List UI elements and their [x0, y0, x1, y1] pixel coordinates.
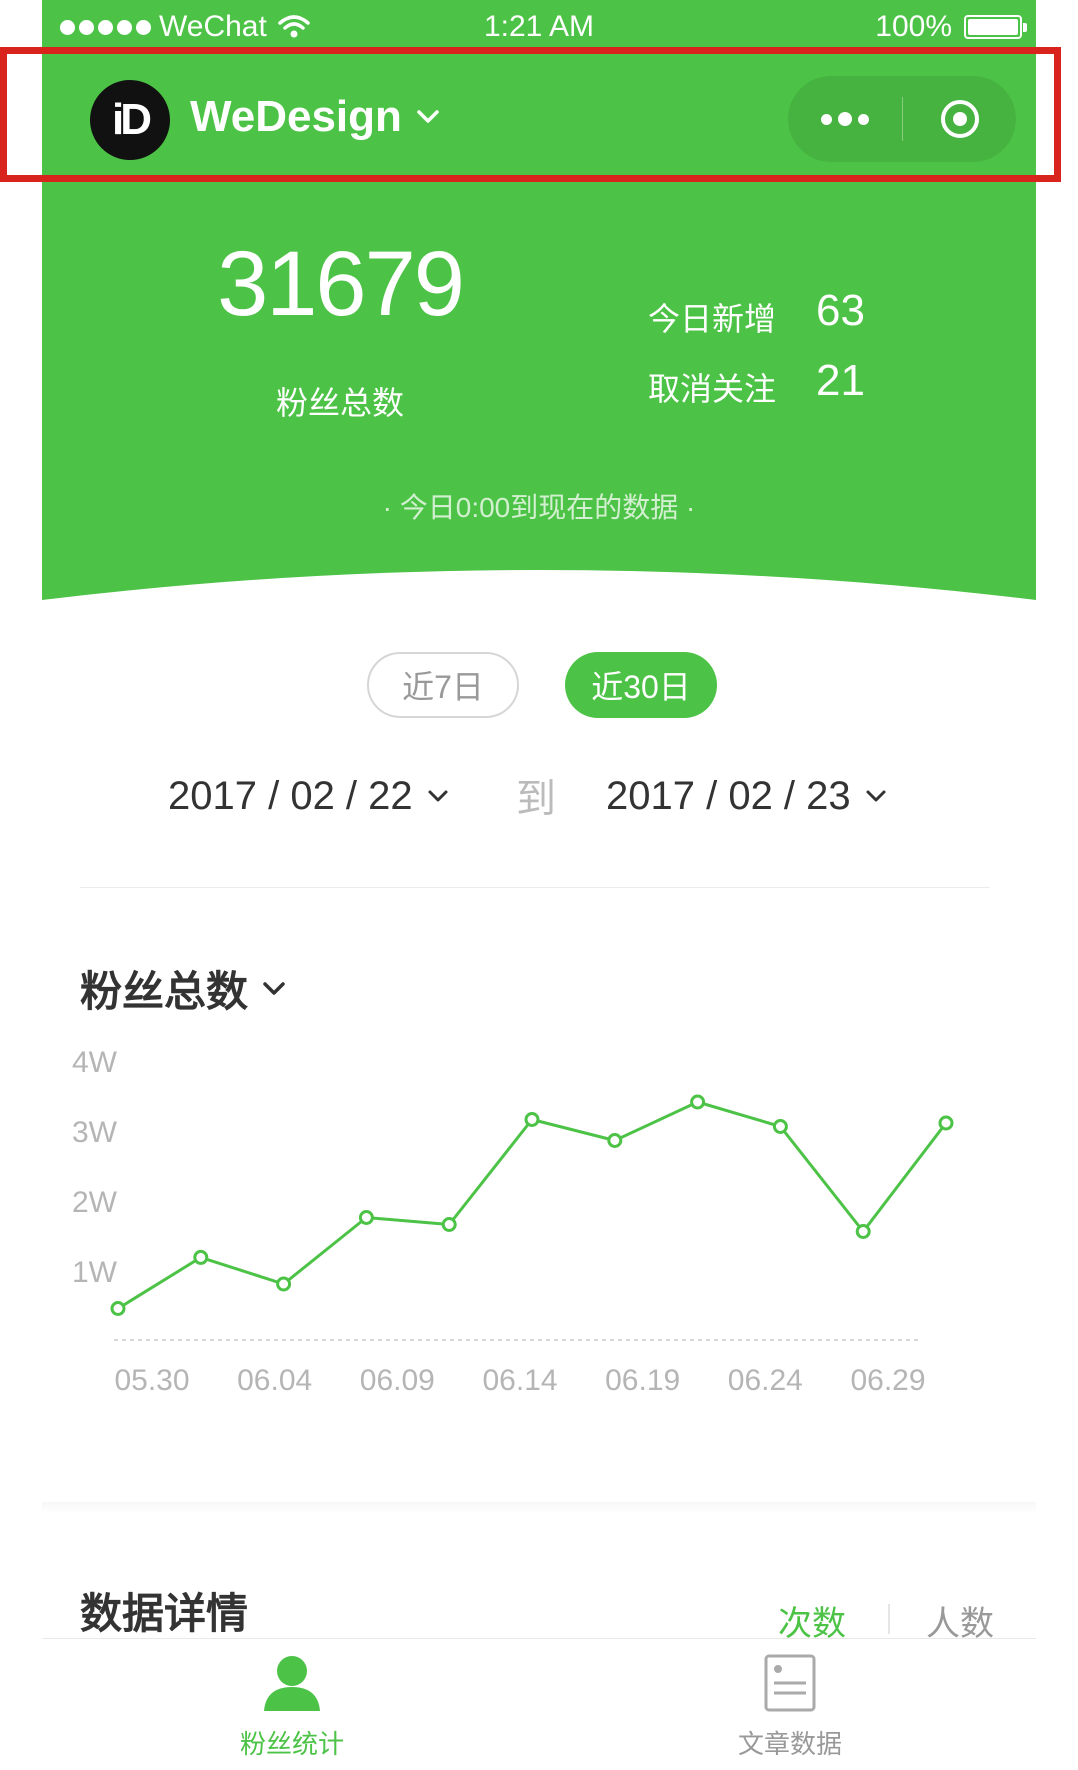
- x-tick-label: 06.04: [237, 1364, 312, 1397]
- unfollow-label: 取消关注: [648, 371, 777, 407]
- chart-title: 粉丝总数: [80, 968, 249, 1015]
- y-tick-label: 4W: [72, 1046, 118, 1079]
- highlight-annotation: [0, 47, 1061, 182]
- date-range-to: 到: [516, 777, 556, 821]
- chart-metric-selector[interactable]: 粉丝总数: [80, 958, 286, 1019]
- chevron-down-icon: [263, 981, 285, 995]
- x-tick-label: 06.19: [605, 1364, 680, 1397]
- tab-label: 粉丝统计: [239, 1729, 344, 1759]
- data-point: [441, 1217, 457, 1232]
- data-point: [772, 1119, 788, 1134]
- tab-article-data[interactable]: 文章数据: [670, 1653, 910, 1761]
- new-today-value: 63: [816, 286, 865, 335]
- new-today-label: 今日新增: [648, 301, 777, 337]
- user-icon: [264, 1656, 320, 1711]
- details-title: 数据详情: [80, 1590, 249, 1637]
- range-7-days-button[interactable]: 近7日: [367, 652, 519, 718]
- section-shadow: [42, 1502, 1036, 1514]
- data-note: · 今日0:00到现在的数据 ·: [382, 492, 696, 523]
- battery-fill: [968, 19, 1018, 35]
- data-point: [358, 1210, 374, 1225]
- x-tick-label: 06.09: [360, 1364, 435, 1397]
- y-tick-label: 2W: [72, 1186, 118, 1219]
- data-point: [110, 1301, 126, 1316]
- data-point: [607, 1133, 623, 1148]
- data-point: [276, 1276, 292, 1292]
- x-tick-label: 05.30: [114, 1364, 189, 1397]
- phone-screen: WeChat 1:21 AM 100% iD WeDesign 31679 粉丝…: [42, 0, 1036, 1770]
- followers-series-line: [117, 1100, 948, 1310]
- start-date: 2017 / 02 / 22: [168, 773, 413, 818]
- data-point: [524, 1112, 540, 1127]
- chevron-down-icon: [428, 790, 448, 802]
- tab-label: 文章数据: [737, 1729, 842, 1759]
- total-followers-value: 31679: [217, 233, 465, 335]
- tab-fan-stats[interactable]: 粉丝统计: [172, 1653, 412, 1761]
- document-icon: [764, 1654, 816, 1712]
- chevron-down-icon: [866, 790, 886, 802]
- data-point: [690, 1094, 706, 1110]
- range-30-days-button[interactable]: 近30日: [565, 652, 717, 718]
- y-tick-label: 3W: [72, 1116, 118, 1149]
- start-date-picker[interactable]: 2017 / 02 / 22: [168, 766, 449, 826]
- tab-bar: 粉丝统计 文章数据: [42, 1638, 1036, 1770]
- section-divider: [80, 887, 990, 888]
- total-followers-label: 粉丝总数: [275, 385, 404, 421]
- followers-line-chart: 1W 2W 3W 4W 05.30 06.04 06.09 06.14 06.19 06.24 06…: [72, 1046, 954, 1397]
- y-tick-label: 1W: [72, 1256, 118, 1289]
- data-point: [855, 1224, 871, 1239]
- data-point: [193, 1249, 209, 1265]
- end-date: 2017 / 02 / 23: [606, 773, 851, 818]
- battery-icon: [964, 15, 1027, 39]
- end-date-picker[interactable]: 2017 / 02 / 23: [606, 766, 887, 826]
- battery-status: 100%: [875, 10, 1027, 44]
- data-point: [938, 1115, 954, 1131]
- x-tick-label: 06.24: [728, 1364, 803, 1397]
- unfollow-value: 21: [816, 356, 865, 405]
- toggle-divider: [888, 1604, 890, 1634]
- battery-percent: 100%: [875, 10, 952, 43]
- x-tick-label: 06.14: [482, 1364, 557, 1397]
- x-tick-label: 06.29: [850, 1364, 925, 1397]
